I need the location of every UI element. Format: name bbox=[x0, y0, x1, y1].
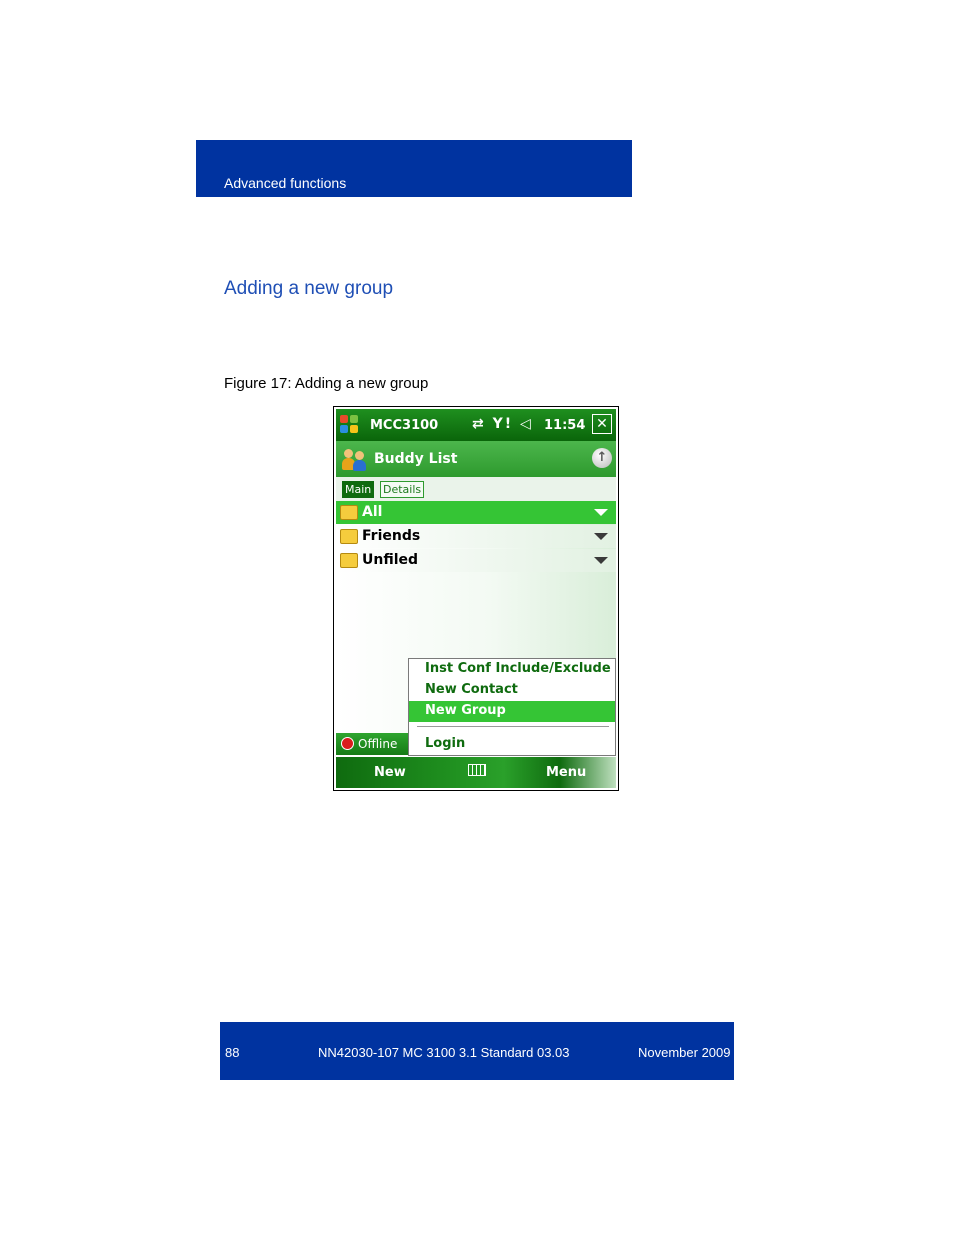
buddy-icon bbox=[342, 449, 368, 471]
group-row-all[interactable]: All bbox=[336, 501, 616, 524]
softkey-new[interactable]: New bbox=[374, 765, 406, 780]
page-number: 88 bbox=[225, 1045, 240, 1060]
figure-caption: Figure 17: Adding a new group bbox=[224, 375, 429, 392]
offline-icon bbox=[341, 737, 354, 750]
menu-item-label: New Group bbox=[425, 703, 506, 718]
softkey-bar: New Menu bbox=[336, 757, 616, 788]
clock[interactable]: 11:54 bbox=[544, 418, 585, 433]
menu-item-label: Login bbox=[425, 736, 466, 751]
menu-item-inst-conf[interactable]: Inst Conf Include/Exclude bbox=[409, 659, 615, 680]
group-label: Unfiled bbox=[362, 552, 419, 568]
context-menu: Inst Conf Include/Exclude New Contact Ne… bbox=[408, 658, 616, 756]
menu-divider bbox=[417, 726, 609, 727]
footer-date: November 2009 bbox=[638, 1045, 731, 1060]
tab-row: Main Details bbox=[336, 477, 616, 501]
header-bar: Advanced functions bbox=[196, 140, 632, 197]
windows-start-icon[interactable] bbox=[340, 415, 360, 435]
app-title: Buddy List bbox=[374, 451, 458, 467]
footer-bar: 88 NN42030-107 MC 3100 3.1 Standard 03.0… bbox=[220, 1022, 734, 1080]
titlebar: MCC3100 ⇄ Y! ◁ 11:54 ✕ bbox=[336, 409, 616, 441]
menu-item-new-group[interactable]: New Group bbox=[409, 701, 615, 722]
chevron-down-icon[interactable] bbox=[594, 557, 608, 564]
softkey-menu[interactable]: Menu bbox=[546, 765, 586, 780]
status-label: Offline bbox=[358, 737, 398, 751]
close-icon[interactable]: ✕ bbox=[592, 414, 612, 434]
keyboard-icon[interactable] bbox=[468, 764, 486, 776]
up-arrow-icon[interactable]: ↑ bbox=[592, 448, 612, 468]
status-icons[interactable]: ⇄ Y! ◁ bbox=[472, 416, 533, 432]
folder-icon bbox=[340, 553, 358, 568]
menu-item-login[interactable]: Login bbox=[409, 734, 615, 755]
app-bar: Buddy List ↑ bbox=[336, 441, 616, 477]
tab-main[interactable]: Main bbox=[342, 481, 375, 498]
tab-details[interactable]: Details bbox=[380, 481, 425, 498]
menu-item-label: Inst Conf Include/Exclude bbox=[425, 661, 611, 676]
folder-icon bbox=[340, 529, 358, 544]
group-label: Friends bbox=[362, 528, 421, 544]
section-title: Adding a new group bbox=[224, 278, 394, 299]
folder-icon bbox=[340, 505, 358, 520]
chevron-down-icon[interactable] bbox=[594, 509, 608, 516]
header-section-label: Advanced functions bbox=[224, 175, 347, 191]
chevron-down-icon[interactable] bbox=[594, 533, 608, 540]
device-screen: MCC3100 ⇄ Y! ◁ 11:54 ✕ Buddy List ↑ Main… bbox=[333, 406, 619, 791]
menu-item-label: New Contact bbox=[425, 682, 518, 697]
titlebar-app-name: MCC3100 bbox=[370, 418, 439, 433]
doc-id: NN42030-107 MC 3100 3.1 Standard 03.03 bbox=[318, 1045, 570, 1060]
menu-item-new-contact[interactable]: New Contact bbox=[409, 680, 615, 701]
group-row-unfiled[interactable]: Unfiled bbox=[336, 549, 616, 572]
status-offline[interactable]: Offline bbox=[336, 733, 412, 755]
group-row-friends[interactable]: Friends bbox=[336, 525, 616, 548]
group-label: All bbox=[362, 504, 383, 520]
